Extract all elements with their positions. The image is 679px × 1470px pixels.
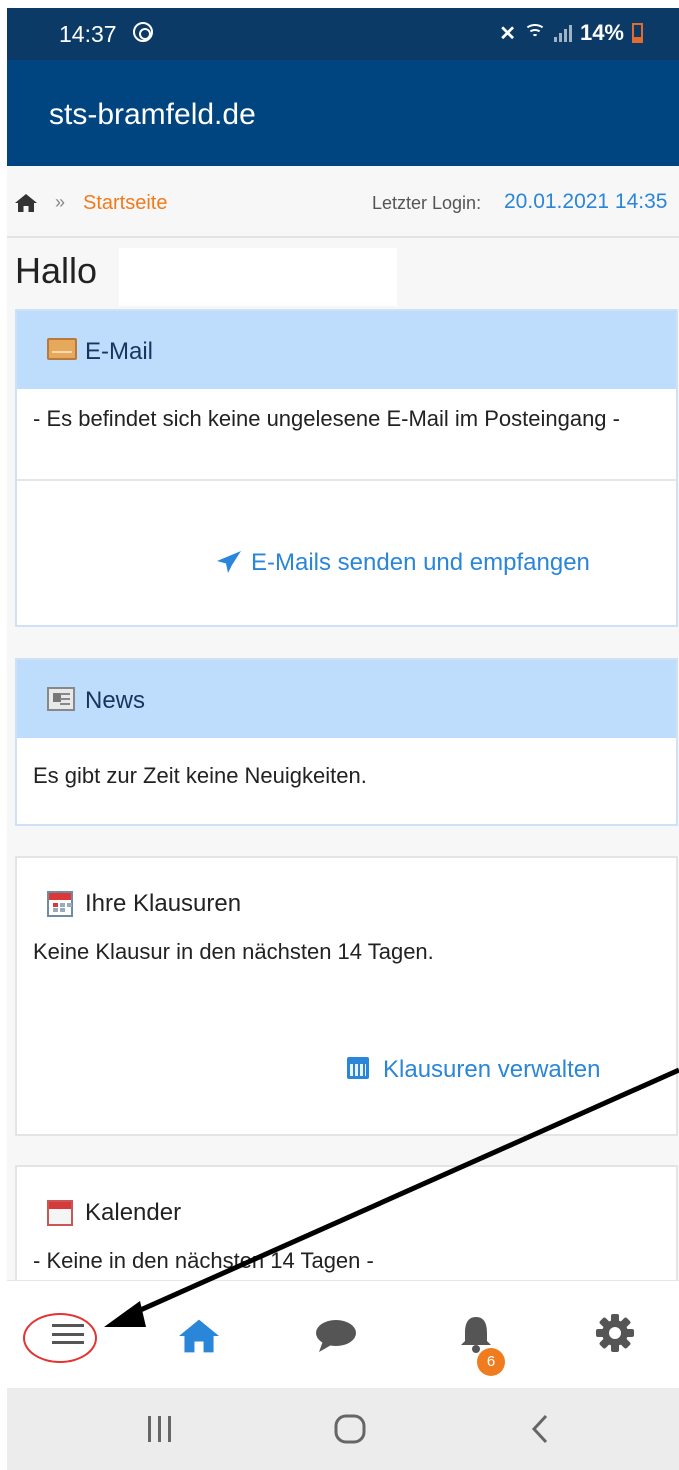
calendar-icon xyxy=(47,891,73,917)
last-login-value: 20.01.2021 14:35 xyxy=(504,190,668,213)
email-panel-header: E-Mail xyxy=(17,311,676,389)
news-status-text: Es gibt zur Zeit keine Neuigkeiten. xyxy=(33,763,367,788)
redacted-name xyxy=(119,248,397,306)
manage-exams-link[interactable]: Klausuren verwalten xyxy=(347,1056,600,1084)
greeting-heading: Hallo xyxy=(15,250,98,291)
breadcrumb: » Startseite Letzter Login: 20.01.2021 1… xyxy=(7,166,679,238)
last-login-label: Letzter Login: xyxy=(372,193,482,213)
envelope-icon xyxy=(47,338,77,360)
send-receive-emails-link[interactable]: E-Mails senden und empfangen xyxy=(217,549,590,577)
calendar-panel-header: Kalender xyxy=(17,1167,676,1237)
battery-icon xyxy=(632,23,643,43)
breadcrumb-startseite-link[interactable]: Startseite xyxy=(83,192,167,215)
email-panel-title: E-Mail xyxy=(85,338,154,365)
annotation-circle xyxy=(23,1313,97,1363)
manage-exams-label: Klausuren verwalten xyxy=(383,1056,601,1083)
app-title: sts-bramfeld.de xyxy=(49,98,256,131)
at-sign-icon xyxy=(133,22,153,42)
system-navigation-bar xyxy=(7,1388,679,1470)
news-panel-header: News xyxy=(17,660,676,738)
exams-panel-header: Ihre Klausuren xyxy=(17,858,676,928)
breadcrumb-separator: » xyxy=(55,192,66,212)
exams-panel-title: Ihre Klausuren xyxy=(85,890,242,917)
recent-apps-icon[interactable] xyxy=(146,1416,174,1442)
send-receive-emails-label: E-Mails senden und empfangen xyxy=(251,549,590,576)
status-bar: 14:37 ✕ 14% xyxy=(7,8,679,60)
bottom-navigation xyxy=(7,1280,679,1388)
status-icons: ✕ 14% xyxy=(499,20,643,46)
chat-button[interactable] xyxy=(307,1309,367,1359)
app-header: sts-bramfeld.de xyxy=(7,60,679,166)
newspaper-icon xyxy=(47,687,75,711)
paper-plane-icon xyxy=(217,551,241,573)
home-circle-icon[interactable] xyxy=(334,1414,366,1444)
signal-icon xyxy=(553,24,572,42)
home-button[interactable] xyxy=(167,1309,227,1359)
home-icon xyxy=(179,1319,219,1353)
exams-status-text: Keine Klausur in den nächsten 14 Tagen. xyxy=(33,939,434,964)
calendar-icon xyxy=(347,1057,369,1079)
calendar-panel-title: Kalender xyxy=(85,1199,182,1226)
chat-icon xyxy=(316,1320,356,1352)
battery-percent: 14% xyxy=(579,20,624,45)
status-time: 14:37 xyxy=(59,21,117,47)
calendar-icon xyxy=(47,1200,73,1226)
email-status-text: - Es befindet sich keine ungelesene E-Ma… xyxy=(17,389,676,481)
email-panel: E-Mail - Es befindet sich keine ungelese… xyxy=(15,309,678,627)
notification-count-badge: 6 xyxy=(477,1348,505,1376)
wifi-icon xyxy=(523,24,546,42)
gear-icon xyxy=(596,1314,634,1352)
exams-panel: Ihre Klausuren Keine Klausur in den näch… xyxy=(15,856,678,1136)
back-icon[interactable] xyxy=(531,1414,549,1444)
phone-screen: 14:37 ✕ 14% sts-bramfeld.de » Startseite… xyxy=(7,8,679,1470)
news-panel-title: News xyxy=(85,687,146,714)
settings-button[interactable] xyxy=(585,1309,645,1359)
home-icon[interactable] xyxy=(15,194,37,212)
mute-icon: ✕ xyxy=(499,22,516,45)
news-panel: News Es gibt zur Zeit keine Neuigkeiten. xyxy=(15,658,678,826)
